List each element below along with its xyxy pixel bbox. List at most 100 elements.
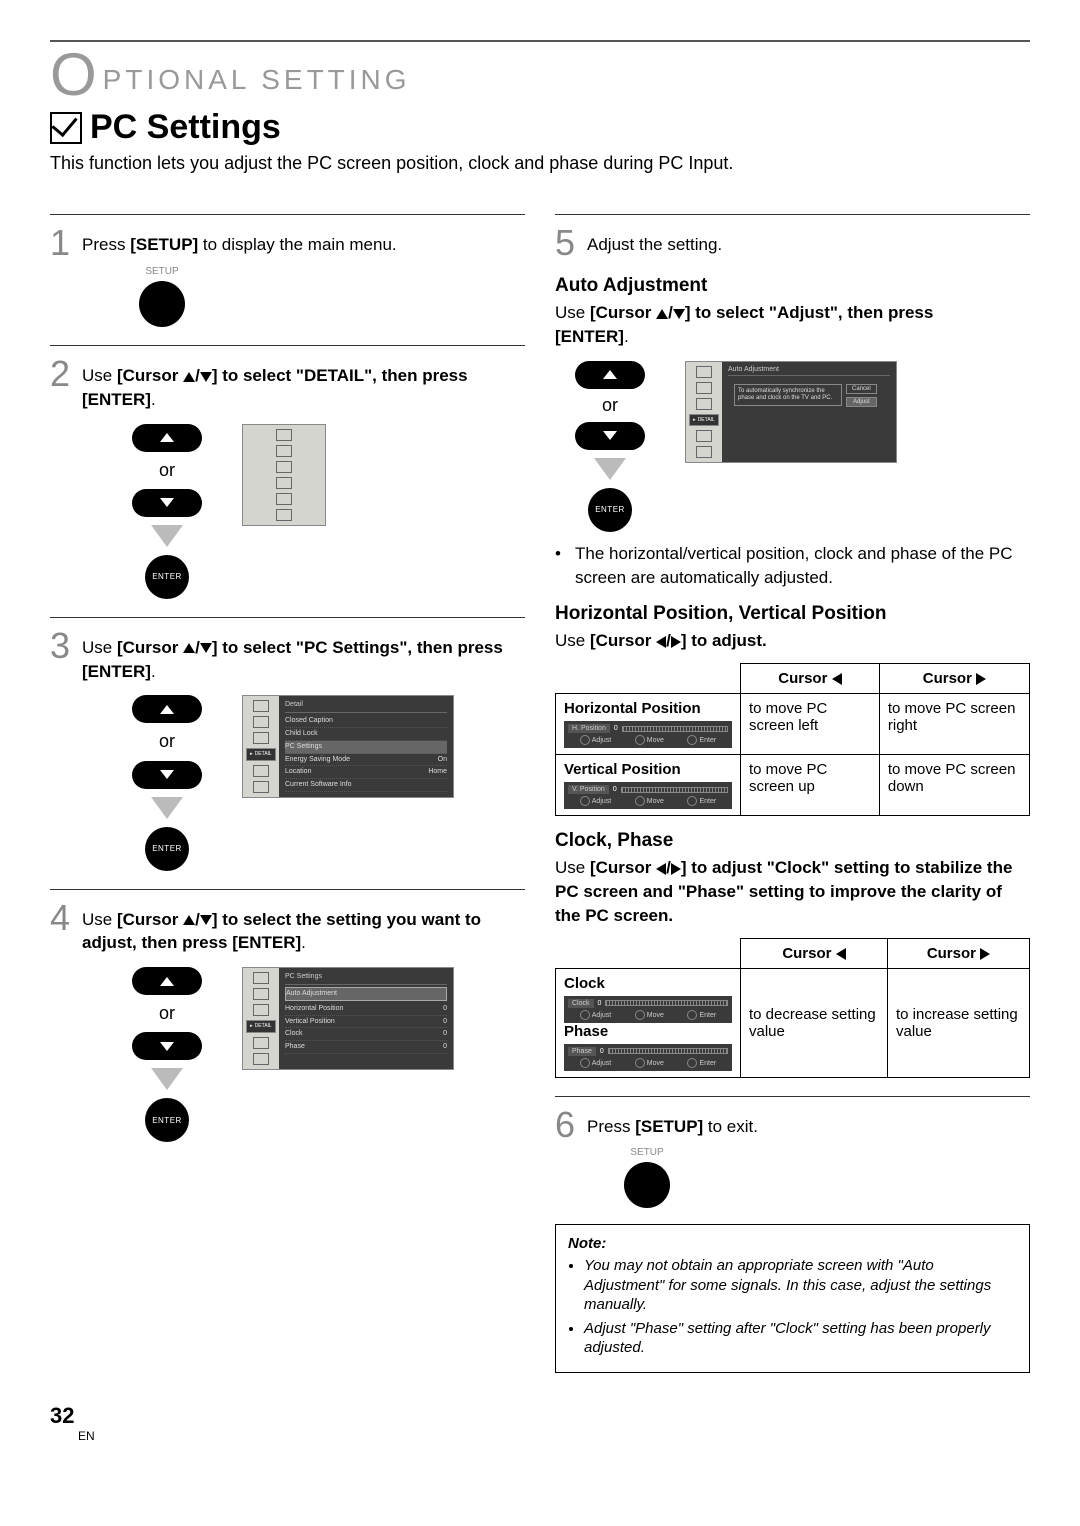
cursor-up-icon [183, 372, 195, 382]
step-4-number: 4 [50, 900, 74, 1143]
step-6-pre: Press [587, 1117, 635, 1136]
step-6-number: 6 [555, 1107, 579, 1209]
menu-icon [253, 988, 269, 1000]
menu-icon [696, 430, 712, 442]
remote-enter-button: ENTER [145, 1098, 189, 1142]
remote-cluster-4: or ENTER [122, 967, 212, 1142]
flow-arrow-icon [151, 1068, 183, 1090]
remote-down-button [132, 489, 202, 517]
step-2-pre: Use [82, 366, 117, 385]
step-4: 4 Use [Cursor /] to select the setting y… [50, 900, 525, 1143]
remote-down-button [575, 422, 645, 450]
menu-icon [696, 398, 712, 410]
step5-rule [555, 214, 1030, 215]
menu-icon [696, 382, 712, 394]
mini-osd: V. Position0 AdjustMoveEnter [564, 782, 732, 809]
cursor-right-icon [671, 863, 681, 875]
auto-adj-instruction: Use [Cursor /] to select "Adjust", then … [555, 301, 1030, 349]
step2-rule [50, 345, 525, 346]
table-row: Vertical Position V. Position0 AdjustMov… [556, 755, 1030, 816]
cursor-right-icon [980, 948, 990, 960]
cursor-down-icon [200, 643, 212, 653]
hv-position-table: Cursor Cursor Horizontal Position H. Pos… [555, 663, 1030, 816]
table-row: Horizontal Position H. Position0 AdjustM… [556, 694, 1030, 755]
cursor-left-icon [656, 636, 666, 648]
table-head-cursor-right: Cursor [888, 938, 1030, 968]
step1-rule [50, 214, 525, 215]
enter-key-ref: [ENTER] [82, 390, 151, 409]
cursor-key-ref: [Cursor [117, 638, 183, 657]
menu-icon [276, 477, 292, 489]
cursor-key-ref: [Cursor [117, 366, 183, 385]
step-5-text: Adjust the setting. [587, 235, 722, 254]
detail-tag: ▸ DETAIL [689, 414, 719, 426]
step-3: 3 Use [Cursor /] to select "PC Settings"… [50, 628, 525, 871]
note-item: Adjust "Phase" setting after "Clock" set… [584, 1319, 1017, 1358]
note-item: You may not obtain an appropriate screen… [584, 1256, 1017, 1315]
or-label: or [602, 395, 618, 416]
menu-icon [253, 1037, 269, 1049]
cursor-right-icon [976, 673, 986, 685]
step-2: 2 Use [Cursor /] to select "DETAIL", the… [50, 356, 525, 599]
step-1-pre: Press [82, 235, 130, 254]
menu-icon [253, 700, 269, 712]
cursor-down-icon [673, 309, 685, 319]
osd-pc-settings-menu: ▸ DETAIL PC SettingsAuto AdjustmentHoriz… [242, 967, 454, 1070]
checked-box-icon [50, 112, 82, 144]
cursor-left-icon [656, 863, 666, 875]
step-1-number: 1 [50, 225, 74, 327]
menu-icon [276, 493, 292, 505]
note-title: Note: [568, 1235, 1017, 1252]
menu-icon [253, 716, 269, 728]
step-4-pre: Use [82, 910, 117, 929]
menu-icon [276, 509, 292, 521]
flow-arrow-icon [151, 797, 183, 819]
menu-icon [696, 446, 712, 458]
remote-down-button [132, 761, 202, 789]
menu-icon [276, 445, 292, 457]
enter-key-ref: [ENTER] [232, 933, 301, 952]
detail-tag: ▸ DETAIL [246, 1020, 276, 1033]
note-box: Note: You may not obtain an appropriate … [555, 1224, 1030, 1373]
cursor-down-icon [200, 372, 212, 382]
cp-heading: Clock, Phase [555, 830, 1030, 852]
flow-arrow-icon [594, 458, 626, 480]
setup-button-icon [624, 1162, 670, 1208]
language-code: EN [78, 1429, 1030, 1443]
hv-instruction: Use [Cursor /] to adjust. [555, 629, 1030, 653]
osd-auto-message: To automatically synchronize the phase a… [734, 384, 842, 406]
step-6: 6 Press [SETUP] to exit. SETUP [555, 1107, 1030, 1209]
detail-tag: ▸ DETAIL [246, 748, 276, 761]
clock-phase-table: Cursor Cursor Clock Clock0 AdjustMoveEnt… [555, 938, 1030, 1078]
intro-text: This function lets you adjust the PC scr… [50, 151, 1030, 176]
remote-up-button [132, 424, 202, 452]
table-head-cursor-left: Cursor [741, 938, 888, 968]
cursor-down-icon [200, 915, 212, 925]
step-5-number: 5 [555, 225, 579, 261]
hv-heading: Horizontal Position, Vertical Position [555, 603, 1030, 625]
step-2-target: ] to select "DETAIL", then press [212, 366, 468, 385]
right-column: 5 Adjust the setting. Auto Adjustment Us… [555, 196, 1030, 1373]
enter-key-ref: [ENTER] [82, 662, 151, 681]
section-title: PC Settings [50, 108, 1030, 147]
auto-adj-heading: Auto Adjustment [555, 275, 1030, 297]
enter-key-ref: [ENTER] [555, 327, 624, 346]
menu-icon [253, 781, 269, 793]
or-label: or [159, 1001, 175, 1026]
menu-icon [253, 732, 269, 744]
cursor-key-ref: [Cursor [117, 910, 183, 929]
osd-auto-title: Auto Adjustment [728, 366, 890, 376]
step-4-period: . [301, 933, 306, 952]
step-3-period: . [151, 662, 156, 681]
setup-key-ref: [SETUP] [130, 235, 198, 254]
step-3-number: 3 [50, 628, 74, 871]
step4-rule [50, 889, 525, 890]
remote-down-button [132, 1032, 202, 1060]
cp-instruction: Use [Cursor /] to adjust "Clock" setting… [555, 856, 1030, 927]
step-6-post: to exit. [703, 1117, 758, 1136]
osd-sidebar-only [242, 424, 326, 526]
remote-enter-button: ENTER [588, 488, 632, 532]
page-number: 32 [50, 1403, 1030, 1429]
chapter-header: O PTIONAL SETTING [50, 48, 1030, 96]
remote-cluster-2: or ENTER [122, 424, 212, 599]
